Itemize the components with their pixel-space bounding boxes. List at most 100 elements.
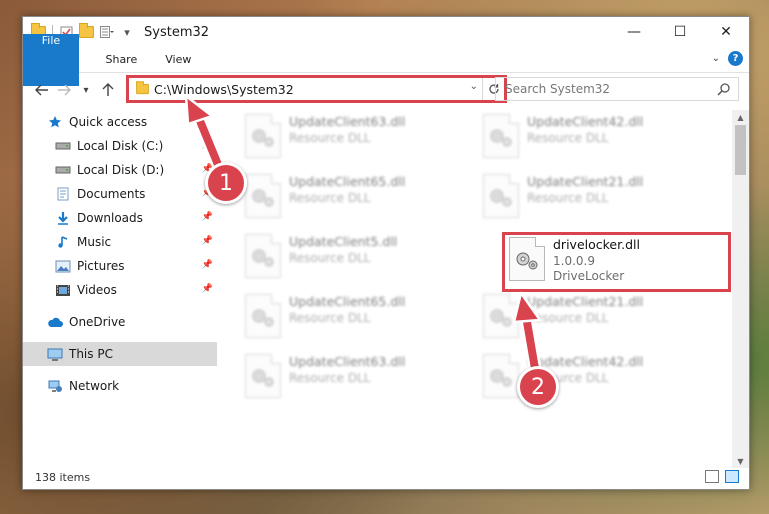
- sidebar-item-label: Pictures: [77, 259, 125, 273]
- sidebar-item-label: Network: [69, 379, 120, 393]
- sidebar-item-label: Videos: [77, 283, 117, 297]
- sidebar-item-videos[interactable]: Videos 📌: [23, 278, 217, 302]
- videos-icon: [55, 282, 71, 298]
- file-item[interactable]: UpdateClient21.dll Resource DLL: [483, 294, 713, 346]
- pin-icon[interactable]: 📌: [202, 260, 213, 270]
- dll-file-icon: [483, 294, 519, 338]
- recent-locations-button[interactable]: ▾: [75, 79, 97, 101]
- scrollbar-thumb[interactable]: [735, 125, 746, 175]
- search-placeholder[interactable]: Search System32: [505, 82, 610, 96]
- highlight-address-box: [126, 75, 507, 103]
- forward-arrow-icon: [58, 84, 71, 96]
- sidebar-item-music[interactable]: Music 📌: [23, 230, 217, 254]
- tab-share[interactable]: Share: [91, 47, 151, 73]
- file-name: UpdateClient63.dll: [289, 354, 406, 369]
- minimize-button[interactable]: —: [611, 17, 657, 47]
- file-item[interactable]: UpdateClient65.dll Resource DLL: [245, 174, 475, 226]
- sidebar-item-label: Local Disk (C:): [77, 139, 164, 153]
- details-view-icon[interactable]: [705, 470, 719, 483]
- step-badge-2: 2: [517, 366, 559, 408]
- sidebar-item-onedrive[interactable]: OneDrive: [23, 310, 217, 334]
- star-icon: [47, 114, 63, 130]
- customize-toolbar-icon[interactable]: [100, 25, 114, 39]
- file-description: Resource DLL: [527, 191, 609, 205]
- file-name: UpdateClient63.dll: [289, 114, 406, 129]
- dll-file-icon: [483, 354, 519, 398]
- sidebar-item-pictures[interactable]: Pictures 📌: [23, 254, 217, 278]
- sidebar-item-label: Downloads: [77, 211, 143, 225]
- file-description: Resource DLL: [289, 371, 371, 385]
- navigation-pane: Quick access Local Disk (C:) 📌 Local Dis…: [23, 110, 217, 465]
- maximize-button[interactable]: ☐: [657, 17, 703, 47]
- search-box[interactable]: Search System32: [495, 77, 739, 101]
- dll-file-icon: [245, 294, 281, 338]
- file-name: UpdateClient65.dll: [289, 174, 406, 189]
- up-button[interactable]: [97, 79, 119, 101]
- pin-icon[interactable]: 📌: [202, 212, 213, 222]
- expand-ribbon-icon[interactable]: ⌄: [712, 53, 720, 64]
- cloud-icon: [47, 314, 63, 330]
- view-toggle: [705, 470, 739, 483]
- up-arrow-icon: [102, 83, 114, 96]
- file-item[interactable]: UpdateClient42.dll Resource DLL: [483, 114, 713, 166]
- tab-view[interactable]: View: [151, 47, 205, 73]
- sidebar-item-documents[interactable]: Documents 📌: [23, 182, 217, 206]
- file-name: UpdateClient5.dll: [289, 234, 398, 249]
- window-title: System32: [144, 24, 210, 40]
- file-description: Resource DLL: [289, 191, 371, 205]
- file-description: Resource DLL: [289, 311, 371, 325]
- dll-file-icon: [245, 354, 281, 398]
- pictures-icon: [55, 258, 71, 274]
- sidebar-item-this-pc[interactable]: This PC: [23, 342, 217, 366]
- drive-icon: [55, 162, 71, 178]
- sidebar-item-downloads[interactable]: Downloads 📌: [23, 206, 217, 230]
- vertical-scrollbar[interactable]: ▲ ▼: [732, 110, 749, 468]
- sidebar-item-quick-access[interactable]: Quick access: [23, 110, 217, 134]
- status-bar: 138 items: [23, 465, 749, 489]
- sidebar-item-local-disk-d[interactable]: Local Disk (D:) 📌: [23, 158, 217, 182]
- file-item[interactable]: UpdateClient63.dll Resource DLL: [245, 354, 475, 406]
- file-name: UpdateClient21.dll: [527, 294, 644, 309]
- file-item[interactable]: UpdateClient63.dll Resource DLL: [245, 114, 475, 166]
- file-list: UpdateClient63.dll Resource DLL UpdateCli…: [223, 110, 733, 465]
- scroll-up-icon[interactable]: ▲: [732, 110, 749, 124]
- back-arrow-icon: [35, 84, 48, 96]
- computer-icon: [47, 346, 63, 362]
- sidebar-item-network[interactable]: Network: [23, 374, 217, 398]
- new-folder-icon[interactable]: [79, 23, 94, 38]
- sidebar-item-label: OneDrive: [69, 315, 126, 329]
- pin-icon[interactable]: 📌: [202, 284, 213, 294]
- dll-file-icon: [245, 114, 281, 158]
- pin-icon[interactable]: 📌: [202, 236, 213, 246]
- file-description: Resource DLL: [289, 131, 371, 145]
- chevron-down-icon[interactable]: ▾: [120, 25, 134, 39]
- dll-file-icon: [483, 174, 519, 218]
- item-count: 138 items: [35, 470, 91, 484]
- sidebar-item-label: Local Disk (D:): [77, 163, 165, 177]
- back-button[interactable]: [31, 79, 53, 101]
- dll-file-icon: [483, 114, 519, 158]
- file-item[interactable]: UpdateClient5.dll Resource DLL: [245, 234, 475, 286]
- ribbon-right: ⌄ ?: [712, 51, 743, 66]
- sidebar-item-label: Quick access: [69, 115, 148, 129]
- network-icon: [47, 378, 63, 394]
- dll-file-icon: [245, 174, 281, 218]
- forward-button[interactable]: [53, 79, 75, 101]
- sidebar-item-label: Documents: [77, 187, 146, 201]
- help-icon[interactable]: ?: [728, 51, 743, 66]
- pin-icon[interactable]: 📌: [202, 140, 213, 150]
- dll-file-icon: [245, 234, 281, 278]
- step-badge-1: 1: [205, 162, 247, 204]
- large-icons-view-icon[interactable]: [725, 470, 739, 483]
- address-row: ▾ C:\Windows\System32 ⌄ Search System32: [23, 75, 749, 105]
- sidebar-item-label: This PC: [69, 347, 113, 361]
- music-icon: [55, 234, 71, 250]
- file-item[interactable]: UpdateClient21.dll Resource DLL: [483, 174, 713, 226]
- window-controls: — ☐ ✕: [611, 17, 749, 47]
- file-item[interactable]: UpdateClient65.dll Resource DLL: [245, 294, 475, 346]
- close-button[interactable]: ✕: [703, 17, 749, 47]
- file-name: UpdateClient21.dll: [527, 174, 644, 189]
- sidebar-item-label: Music: [77, 235, 112, 249]
- sidebar-item-local-disk-c[interactable]: Local Disk (C:) 📌: [23, 134, 217, 158]
- title-bar: ▾ System32 — ☐ ✕: [23, 17, 749, 47]
